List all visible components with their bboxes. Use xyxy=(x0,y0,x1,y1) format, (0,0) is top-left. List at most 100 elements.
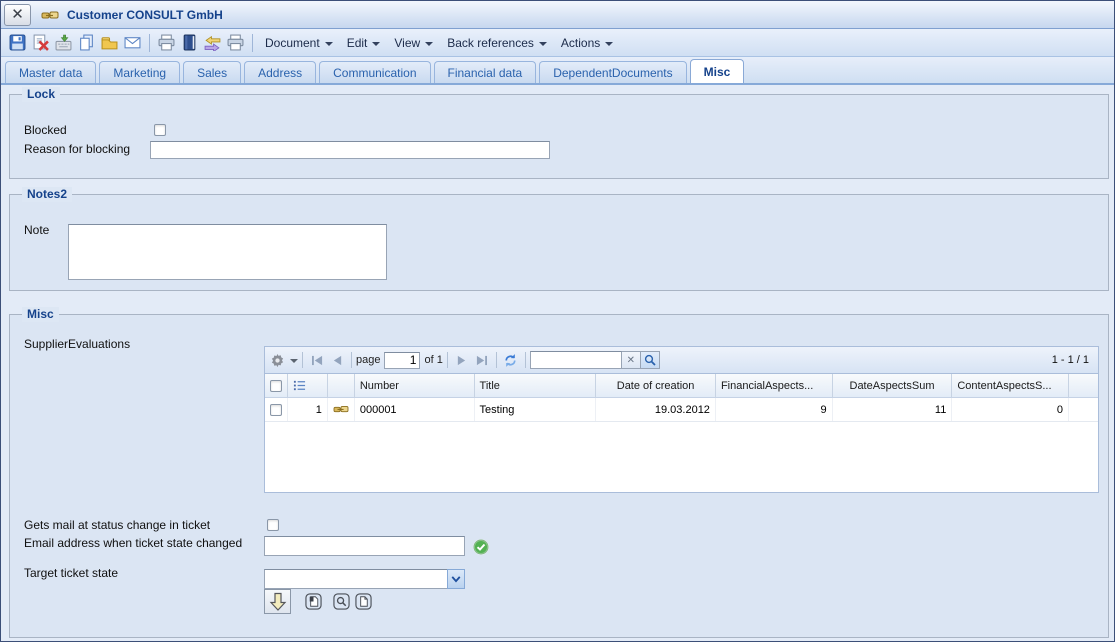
notes2-legend: Notes2 xyxy=(22,187,72,202)
page-of-label: of 1 xyxy=(424,354,442,366)
cell-content-aspects: 0 xyxy=(952,398,1069,421)
delete-document-icon[interactable] xyxy=(29,32,51,54)
print-icon[interactable] xyxy=(155,32,177,54)
record-range-text: 1 - 1 / 1 xyxy=(1052,354,1093,366)
apply-down-arrow-button[interactable] xyxy=(264,589,291,614)
note-textarea[interactable] xyxy=(68,224,387,280)
target-ticket-state-combo[interactable] xyxy=(264,569,465,589)
email-address-input[interactable] xyxy=(264,536,465,556)
folder-icon[interactable] xyxy=(98,32,120,54)
column-header-date-aspects-sum[interactable]: DateAspectsSum xyxy=(833,374,953,397)
first-page-icon[interactable] xyxy=(307,350,327,370)
chevron-down-icon xyxy=(425,42,433,46)
column-header-number[interactable]: Number xyxy=(355,374,475,397)
blocked-label: Blocked xyxy=(24,123,67,137)
supplier-evaluations-grid: page of 1 ✕ xyxy=(264,346,1099,493)
pager-separator xyxy=(496,352,497,368)
column-header-title[interactable]: Title xyxy=(475,374,597,397)
menu-view[interactable]: View xyxy=(387,33,440,53)
column-header-date-of-creation[interactable]: Date of creation xyxy=(596,374,716,397)
chevron-down-icon xyxy=(605,42,613,46)
row-checkbox-cell[interactable] xyxy=(265,398,288,421)
pager-separator xyxy=(351,352,352,368)
tab-label: Address xyxy=(258,66,302,80)
lock-legend: Lock xyxy=(22,87,60,102)
transfer-arrows-icon[interactable] xyxy=(201,32,223,54)
last-page-icon[interactable] xyxy=(472,350,492,370)
journal-icon[interactable] xyxy=(178,32,200,54)
select-all-checkbox-cell[interactable] xyxy=(265,374,288,397)
menu-edit[interactable]: Edit xyxy=(340,33,388,53)
tab-label: DependentDocuments xyxy=(553,66,672,80)
tab-label: Sales xyxy=(197,66,227,80)
valid-check-icon xyxy=(473,539,489,560)
gets-mail-label: Gets mail at status change in ticket xyxy=(24,518,210,532)
tab-address[interactable]: Address xyxy=(244,61,316,83)
select-all-checkbox[interactable] xyxy=(270,380,282,392)
tab-marketing[interactable]: Marketing xyxy=(99,61,180,83)
supplier-evaluations-label: SupplierEvaluations xyxy=(24,337,130,351)
chevron-down-icon xyxy=(325,42,333,46)
combo-chevron-down-icon[interactable] xyxy=(447,569,465,589)
new-document-button[interactable] xyxy=(354,592,372,610)
grid-row[interactable]: 1 000001 Testing 19.03.2012 9 11 0 xyxy=(265,398,1098,422)
lookup-search-button[interactable] xyxy=(332,592,350,610)
save-icon[interactable] xyxy=(6,32,28,54)
copy-page-button[interactable] xyxy=(304,592,322,610)
pager-separator xyxy=(447,352,448,368)
reason-for-blocking-input[interactable] xyxy=(150,141,550,159)
grid-search-input[interactable] xyxy=(530,351,622,369)
next-page-icon[interactable] xyxy=(452,350,472,370)
column-header-filler xyxy=(1069,374,1098,397)
cell-date-of-creation: 19.03.2012 xyxy=(596,398,716,421)
mail-icon[interactable] xyxy=(121,32,143,54)
refresh-icon[interactable] xyxy=(501,350,521,370)
cell-number: 000001 xyxy=(355,398,475,421)
tab-master-data[interactable]: Master data xyxy=(5,61,96,83)
menu-back-references[interactable]: Back references xyxy=(440,33,554,53)
tab-label: Misc xyxy=(704,65,731,79)
window-title: Customer CONSULT GmbH xyxy=(67,8,223,22)
tab-financial-data[interactable]: Financial data xyxy=(434,61,537,83)
row-checkbox[interactable] xyxy=(270,404,282,416)
clear-search-icon[interactable]: ✕ xyxy=(622,351,641,369)
menu-document[interactable]: Document xyxy=(258,33,340,53)
application-window: ✕ Customer CONSULT GmbH xyxy=(0,0,1115,642)
grid-empty-area xyxy=(265,422,1098,492)
grid-header-row: Number Title Date of creation FinancialA… xyxy=(265,374,1098,398)
cell-title: Testing xyxy=(475,398,597,421)
page-number-input[interactable] xyxy=(384,352,420,369)
row-number-column-header[interactable] xyxy=(288,374,328,397)
tab-misc[interactable]: Misc xyxy=(690,59,745,83)
numbered-list-icon xyxy=(293,379,306,392)
reason-for-blocking-label: Reason for blocking xyxy=(24,142,130,156)
column-header-financial-aspects[interactable]: FinancialAspects... xyxy=(716,374,833,397)
toolbar-separator xyxy=(149,34,150,52)
customer-icon xyxy=(333,402,349,418)
tab-communication[interactable]: Communication xyxy=(319,61,430,83)
icon-column-header[interactable] xyxy=(328,374,355,397)
blocked-checkbox[interactable] xyxy=(154,124,166,136)
row-icon-cell xyxy=(328,398,355,421)
copy-icon[interactable] xyxy=(75,32,97,54)
menu-view-label: View xyxy=(394,36,420,50)
menu-actions[interactable]: Actions xyxy=(554,33,620,53)
print-list-icon[interactable] xyxy=(224,32,246,54)
prev-page-icon[interactable] xyxy=(327,350,347,370)
customer-icon xyxy=(41,7,59,23)
tab-dependent-documents[interactable]: DependentDocuments xyxy=(539,61,686,83)
grid-pager-toolbar: page of 1 ✕ xyxy=(265,347,1098,374)
target-ticket-state-input[interactable] xyxy=(264,569,447,589)
search-icon[interactable] xyxy=(641,351,660,369)
menu-actions-label: Actions xyxy=(561,36,600,50)
column-header-content-aspects[interactable]: ContentAspectsS... xyxy=(952,374,1069,397)
tab-label: Marketing xyxy=(113,66,166,80)
chevron-down-icon xyxy=(539,42,547,46)
misc-section: Misc SupplierEvaluations xyxy=(9,314,1109,638)
tab-sales[interactable]: Sales xyxy=(183,61,241,83)
grid-settings-gear-icon[interactable] xyxy=(270,350,298,370)
gets-mail-checkbox[interactable] xyxy=(267,519,279,531)
close-icon[interactable]: ✕ xyxy=(4,4,31,26)
cell-filler xyxy=(1069,398,1098,421)
keyboard-import-icon[interactable] xyxy=(52,32,74,54)
